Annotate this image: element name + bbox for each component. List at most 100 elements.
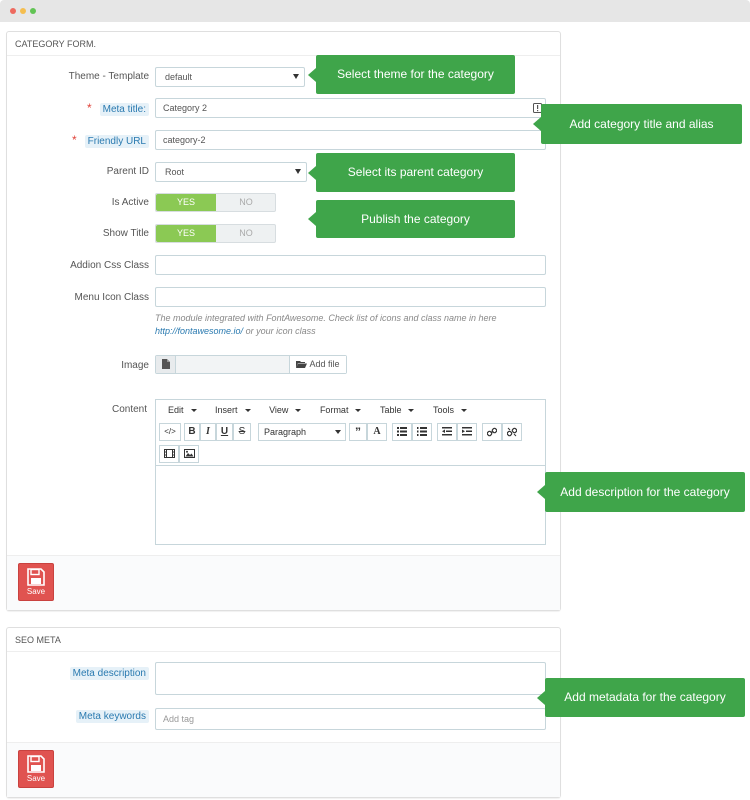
is-active-label: Is Active	[111, 197, 149, 208]
image-label: Image	[121, 360, 149, 371]
content-label: Content	[111, 404, 147, 415]
parent-id-label: Parent ID	[106, 166, 149, 177]
menu-tools[interactable]: Tools	[427, 400, 468, 420]
block-format-select[interactable]: Paragraph	[258, 423, 346, 441]
addion-css-class-label: Addion Css Class	[70, 260, 149, 271]
floppy-disk-icon	[27, 755, 45, 773]
blockquote-icon[interactable]: ”	[349, 423, 367, 441]
source-code-icon[interactable]: </>	[159, 423, 181, 441]
meta-title-input[interactable]: Category 2	[155, 98, 546, 118]
strikethrough-icon[interactable]: S	[233, 423, 251, 441]
bold-icon[interactable]: B	[184, 423, 200, 441]
unlink-icon[interactable]	[502, 423, 522, 441]
save-label: Save	[26, 774, 46, 783]
theme-template-label: Theme - Template	[68, 71, 149, 82]
menu-format-label: Format	[319, 405, 349, 415]
show-title-switch[interactable]: YES NO	[155, 224, 276, 243]
menu-tools-label: Tools	[433, 405, 455, 415]
menu-format[interactable]: Format	[314, 400, 362, 420]
menu-table-label: Table	[379, 405, 402, 415]
show-title-label: Show Title	[102, 228, 149, 239]
panel-title: SEO META	[7, 628, 560, 652]
callout-theme: Select theme for the category	[308, 55, 515, 94]
is-active-no[interactable]: NO	[216, 194, 276, 211]
friendly-url-label-wrap: * Friendly URL	[71, 133, 149, 148]
editor-content-area[interactable]	[156, 467, 545, 545]
menu-icon-help-suffix: or your icon class	[243, 326, 316, 336]
show-title-no[interactable]: NO	[216, 225, 276, 242]
meta-description-textarea[interactable]	[155, 662, 546, 695]
menu-view[interactable]: View	[263, 400, 302, 420]
category-form-footer: Save	[7, 555, 560, 610]
meta-keywords-label-wrap: Meta keywords	[75, 710, 149, 723]
floppy-disk-icon	[27, 568, 45, 586]
link-icon[interactable]	[482, 423, 502, 441]
indent-icon[interactable]	[457, 423, 477, 441]
is-active-switch[interactable]: YES NO	[155, 193, 276, 212]
meta-description-label: Meta description	[69, 667, 149, 680]
meta-title-label-wrap: * Meta title:	[86, 101, 149, 116]
editor-menubar: Edit Insert View Format Table Tools	[156, 400, 545, 420]
bullet-list-icon[interactable]	[392, 423, 412, 441]
content-editor[interactable]: Edit Insert View Format Table Tools </> …	[155, 399, 546, 545]
file-icon	[156, 356, 176, 373]
save-label: Save	[26, 587, 46, 596]
media-icon[interactable]	[159, 445, 179, 463]
parent-id-select[interactable]: Root	[155, 162, 307, 182]
theme-template-value: default	[165, 72, 193, 82]
meta-description-label-wrap: Meta description	[69, 667, 149, 680]
outdent-icon[interactable]	[437, 423, 457, 441]
seo-meta-footer: Save	[7, 742, 560, 797]
panel-title: CATEGORY FORM.	[7, 32, 560, 56]
block-format-value: Paragraph	[264, 427, 307, 437]
menu-insert[interactable]: Insert	[209, 400, 251, 420]
friendly-url-label: Friendly URL	[84, 135, 149, 148]
callout-title-alias: Add category title and alias	[533, 104, 742, 144]
seo-meta-panel: SEO META Meta description Meta keywords …	[6, 627, 561, 798]
is-active-yes[interactable]: YES	[156, 194, 216, 211]
theme-template-select[interactable]: default	[155, 67, 305, 87]
menu-table[interactable]: Table	[374, 400, 415, 420]
meta-keywords-label: Meta keywords	[75, 710, 149, 723]
italic-icon[interactable]: I	[200, 423, 216, 441]
underline-icon[interactable]: U	[216, 423, 233, 441]
menu-edit[interactable]: Edit	[162, 400, 197, 420]
chevron-down-icon	[335, 430, 341, 434]
required-asterisk: *	[71, 133, 77, 147]
chevron-down-icon	[293, 74, 299, 79]
addion-css-class-input[interactable]	[155, 255, 546, 275]
fontawesome-link[interactable]: http://fontawesome.io/	[155, 326, 243, 336]
editor-toolbar: </> B I U S Paragraph ” A	[156, 420, 545, 466]
menu-icon-help-text: The module integrated with FontAwesome. …	[155, 312, 545, 338]
menu-icon-help-line: The module integrated with FontAwesome. …	[155, 313, 497, 323]
add-file-button[interactable]: Add file	[289, 356, 346, 373]
minimize-window-dot[interactable]	[20, 8, 26, 14]
image-icon[interactable]	[179, 445, 199, 463]
meta-keywords-input[interactable]: Add tag	[155, 708, 546, 730]
close-window-dot[interactable]	[10, 8, 16, 14]
show-title-yes[interactable]: YES	[156, 225, 216, 242]
menu-icon-class-label: Menu Icon Class	[74, 292, 149, 303]
menu-view-label: View	[269, 405, 289, 415]
numbered-list-icon[interactable]	[412, 423, 432, 441]
callout-description: Add description for the category	[537, 472, 745, 512]
folder-open-icon	[296, 361, 308, 368]
required-asterisk: *	[86, 101, 92, 115]
category-form-panel: CATEGORY FORM. Theme - Template default …	[6, 31, 561, 611]
meta-keywords-placeholder: Add tag	[163, 714, 195, 724]
save-button[interactable]: Save	[18, 563, 54, 601]
image-file-input[interactable]: Add file	[155, 355, 347, 374]
font-color-icon[interactable]: A	[367, 423, 387, 441]
menu-insert-label: Insert	[215, 405, 238, 415]
meta-title-label: Meta title:	[99, 103, 149, 116]
friendly-url-input[interactable]: category-2	[155, 130, 546, 150]
menu-icon-class-input[interactable]	[155, 287, 546, 307]
callout-parent: Select its parent category	[308, 153, 515, 192]
chevron-down-icon	[295, 169, 301, 174]
seo-save-button[interactable]: Save	[18, 750, 54, 788]
maximize-window-dot[interactable]	[30, 8, 36, 14]
friendly-url-value: category-2	[163, 135, 206, 145]
meta-title-value: Category 2	[163, 103, 208, 113]
browser-title-bar	[0, 0, 750, 22]
callout-publish: Publish the category	[308, 200, 515, 238]
